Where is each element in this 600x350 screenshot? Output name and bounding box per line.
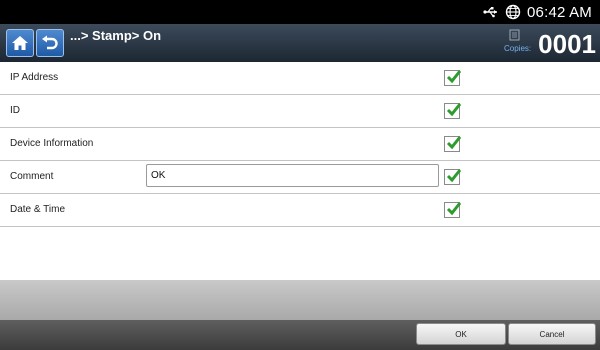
- home-button[interactable]: [6, 29, 34, 57]
- ok-button[interactable]: OK: [416, 323, 506, 345]
- spacer-band: [0, 280, 600, 320]
- device-information-checkbox[interactable]: [444, 136, 462, 152]
- comment-input[interactable]: [146, 164, 439, 187]
- checkmark-icon: [446, 202, 462, 216]
- stamp-options-list: IP Address ID Device Information Comment…: [0, 62, 600, 280]
- copies-label: Copies:: [504, 44, 532, 53]
- usb-icon: [483, 7, 498, 18]
- date-time-checkbox[interactable]: [444, 202, 462, 218]
- home-icon: [12, 36, 28, 50]
- option-row-date-time: Date & Time: [0, 194, 600, 227]
- option-label: Date & Time: [10, 204, 66, 215]
- page-title: ...> Stamp> On: [70, 28, 162, 43]
- back-button[interactable]: [36, 29, 64, 57]
- back-icon: [42, 35, 58, 50]
- globe-icon: [505, 4, 521, 20]
- option-label: Device Information: [10, 138, 94, 149]
- header-bar: ...> Stamp> On Copies: 0001: [0, 24, 600, 62]
- id-checkbox[interactable]: [444, 103, 462, 119]
- checkmark-icon: [446, 70, 462, 84]
- option-row-ip-address: IP Address: [0, 62, 600, 95]
- copies-icon: [509, 29, 520, 41]
- option-row-device-information: Device Information: [0, 128, 600, 161]
- comment-checkbox[interactable]: [444, 169, 462, 185]
- option-row-comment: Comment: [0, 161, 600, 194]
- cancel-button[interactable]: Cancel: [508, 323, 596, 345]
- option-label: IP Address: [10, 72, 59, 83]
- ip-address-checkbox[interactable]: [444, 70, 462, 86]
- checkmark-icon: [446, 169, 462, 183]
- option-label: ID: [10, 105, 20, 116]
- clock: 06:42 AM: [527, 3, 592, 21]
- status-bar: 06:42 AM: [0, 0, 600, 24]
- status-area: 06:42 AM: [483, 0, 592, 24]
- checkmark-icon: [446, 103, 462, 117]
- option-row-id: ID: [0, 95, 600, 128]
- option-label: Comment: [10, 171, 54, 182]
- bottom-bar: OK Cancel: [0, 320, 600, 350]
- copies-count[interactable]: 0001: [538, 29, 596, 60]
- checkmark-icon: [446, 136, 462, 150]
